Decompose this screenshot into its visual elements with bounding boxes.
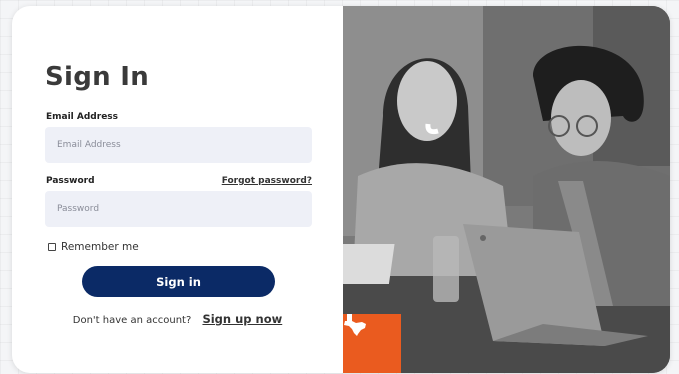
sign-in-form: Sign In Email Address Password Forgot pa… <box>12 6 343 373</box>
email-input[interactable] <box>45 127 312 163</box>
texas-state-icon <box>344 314 366 336</box>
password-input[interactable] <box>45 191 312 227</box>
page-title: Sign In <box>45 62 150 92</box>
remember-me-label: Remember me <box>61 241 139 253</box>
hero-photo <box>343 6 670 373</box>
signup-prompt-row: Don't have an account? Sign up now <box>12 312 343 326</box>
signup-prompt-text: Don't have an account? <box>72 315 192 326</box>
remember-me-checkbox[interactable] <box>48 243 56 251</box>
password-label: Password <box>46 176 95 186</box>
sign-up-link[interactable]: Sign up now <box>202 312 282 326</box>
sign-in-button[interactable]: Sign in <box>82 266 275 297</box>
email-label: Email Address <box>46 112 119 122</box>
forgot-password-link[interactable]: Forgot password? <box>222 176 312 186</box>
login-card: Sign In Email Address Password Forgot pa… <box>12 6 670 373</box>
texas-badge <box>343 314 401 373</box>
remember-me[interactable]: Remember me <box>48 241 139 253</box>
